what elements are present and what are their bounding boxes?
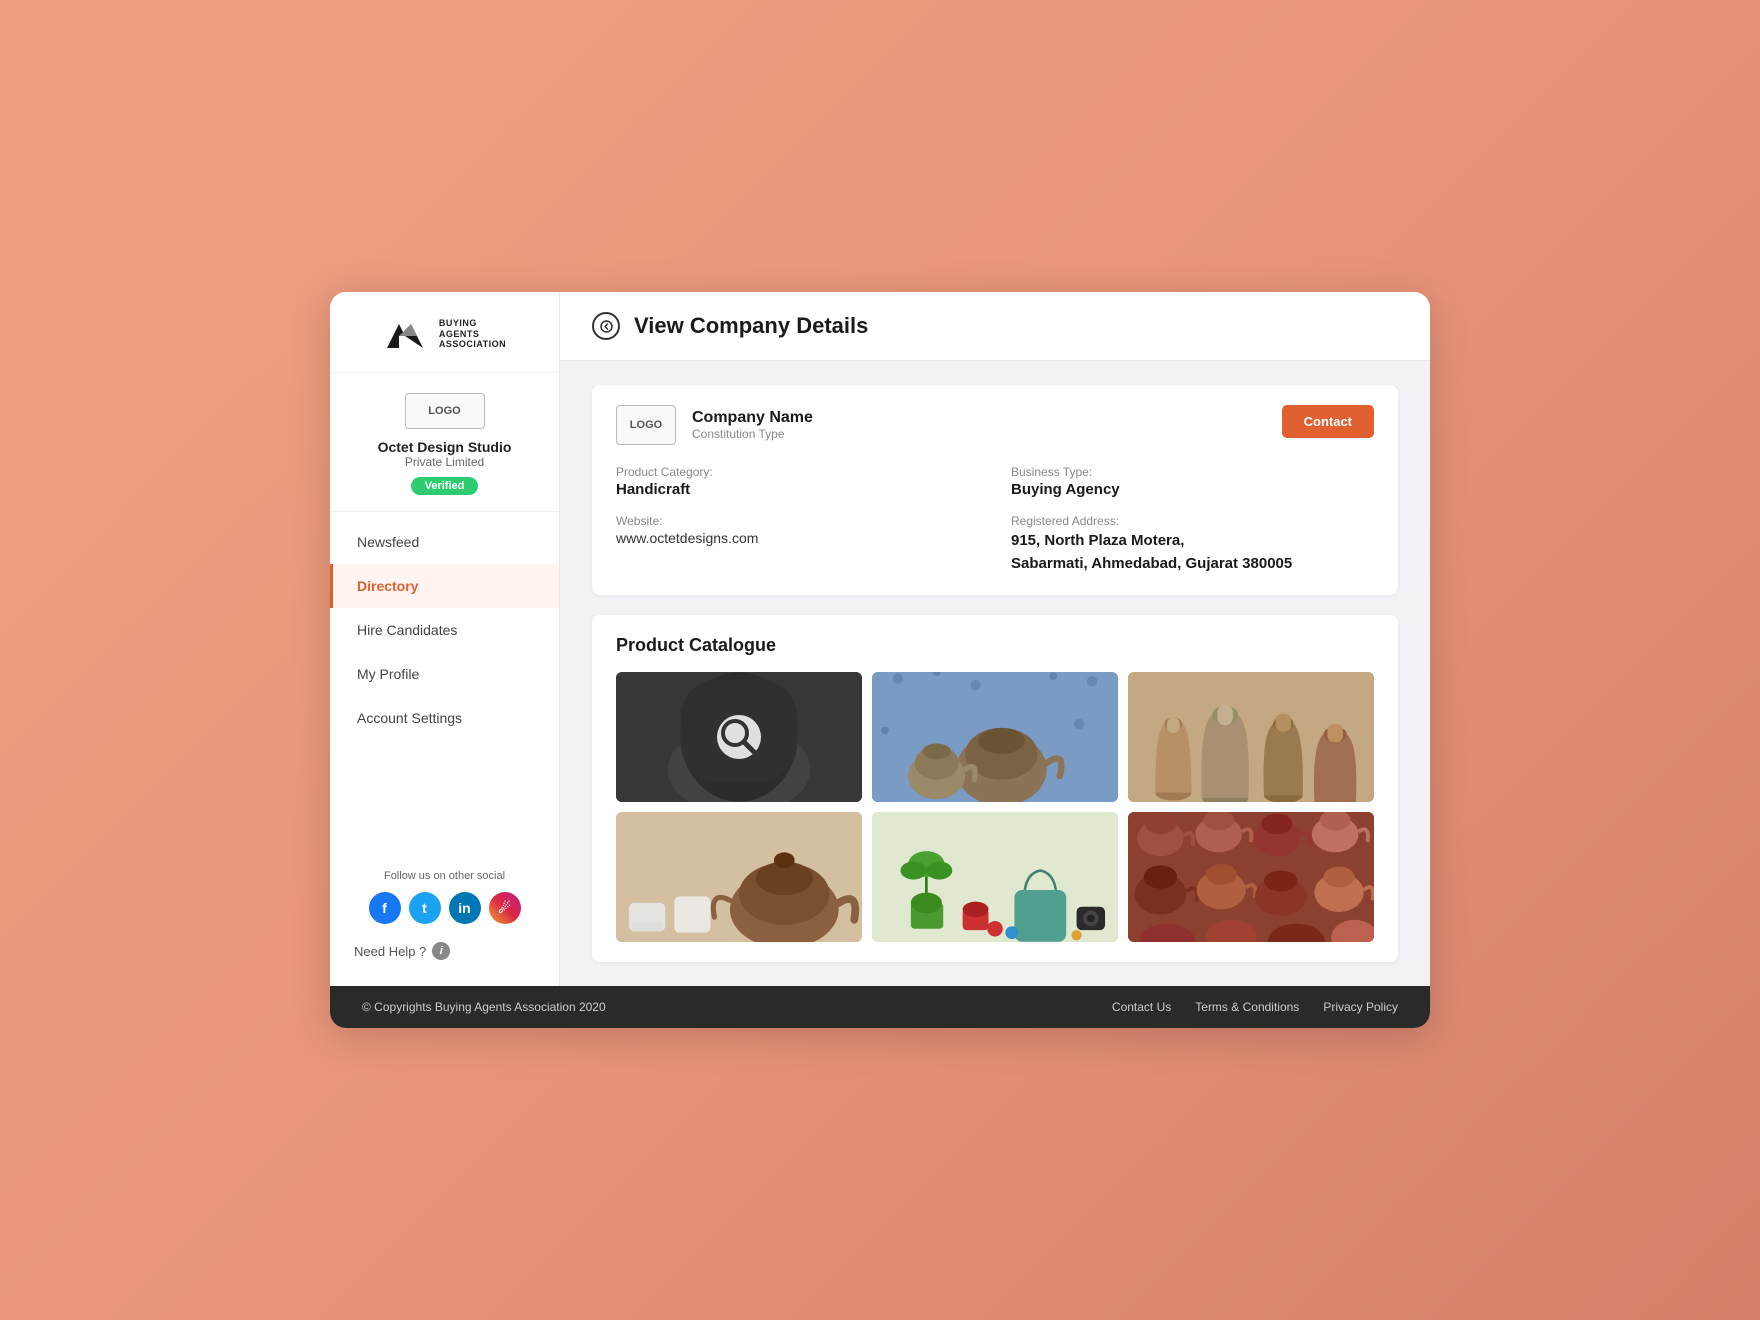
product-thumb-4[interactable] (616, 812, 862, 942)
company-profile-section: LOGO Octet Design Studio Private Limited… (330, 373, 559, 512)
social-label: Follow us on other social (346, 870, 543, 882)
footer: © Copyrights Buying Agents Association 2… (330, 986, 1430, 1028)
sidebar-item-account-settings[interactable]: Account Settings (330, 696, 559, 740)
product-category-label: Product Category: (616, 465, 979, 479)
facebook-icon[interactable]: f (369, 892, 401, 924)
baa-logo-icon (383, 316, 431, 352)
sidebar-company-logo: LOGO (405, 393, 485, 429)
social-section: Follow us on other social f t in ☄ (330, 858, 559, 932)
address-label: Registered Address: (1011, 514, 1374, 528)
footer-terms[interactable]: Terms & Conditions (1195, 1000, 1299, 1014)
website-value[interactable]: www.octetdesigns.com (616, 530, 979, 546)
footer-privacy[interactable]: Privacy Policy (1323, 1000, 1398, 1014)
catalogue-title: Product Catalogue (616, 635, 1374, 656)
product-thumb-3[interactable] (1128, 672, 1374, 802)
sidebar-logo-area: BUYING AGENTS ASSOCIATION (330, 292, 559, 373)
need-help-label: Need Help ? (354, 944, 426, 959)
sidebar: BUYING AGENTS ASSOCIATION LOGO Octet Des… (330, 292, 560, 986)
page-header: View Company Details (560, 292, 1430, 361)
footer-links: Contact Us Terms & Conditions Privacy Po… (1112, 1000, 1398, 1014)
product-thumb-1[interactable] (616, 672, 862, 802)
business-type-value: Buying Agency (1011, 481, 1374, 498)
company-logo-sm: LOGO (616, 405, 676, 445)
sidebar-item-my-profile[interactable]: My Profile (330, 652, 559, 696)
address-group: Registered Address: 915, North Plaza Mot… (1011, 514, 1374, 575)
main-card: BUYING AGENTS ASSOCIATION LOGO Octet Des… (330, 292, 1430, 1028)
search-icon (717, 715, 761, 759)
catalogue-card: Product Catalogue (592, 615, 1398, 962)
sidebar-company-type: Private Limited (405, 455, 484, 469)
sidebar-item-hire-candidates[interactable]: Hire Candidates (330, 608, 559, 652)
product-category-value: Handicraft (616, 481, 979, 498)
instagram-icon[interactable]: ☄ (489, 892, 521, 924)
sidebar-nav: Newsfeed Directory Hire Candidates My Pr… (330, 512, 559, 858)
company-header: LOGO Company Name Constitution Type Cont… (616, 405, 1374, 445)
page-title: View Company Details (634, 313, 868, 339)
footer-contact-us[interactable]: Contact Us (1112, 1000, 1171, 1014)
website-group: Website: www.octetdesigns.com (616, 514, 979, 575)
company-header-left: LOGO Company Name Constitution Type (616, 405, 813, 445)
company-name-main: Company Name (692, 409, 813, 427)
business-type-group: Business Type: Buying Agency (1011, 465, 1374, 498)
company-details-grid: Product Category: Handicraft Business Ty… (616, 465, 1374, 575)
main-body: LOGO Company Name Constitution Type Cont… (560, 361, 1430, 986)
business-type-label: Business Type: (1011, 465, 1374, 479)
sidebar-item-directory[interactable]: Directory (330, 564, 559, 608)
website-label: Website: (616, 514, 979, 528)
back-button[interactable] (592, 312, 620, 340)
product-grid (616, 672, 1374, 942)
product-thumb-2[interactable] (872, 672, 1118, 802)
company-name-group: Company Name Constitution Type (692, 409, 813, 441)
logo-image: BUYING AGENTS ASSOCIATION (383, 316, 506, 352)
info-icon: i (432, 942, 450, 960)
contact-button[interactable]: Contact (1282, 405, 1374, 438)
product-thumb-6[interactable] (1128, 812, 1374, 942)
search-overlay-1 (616, 672, 862, 802)
sidebar-item-newsfeed[interactable]: Newsfeed (330, 520, 559, 564)
social-icons: f t in ☄ (346, 892, 543, 924)
logo-text: BUYING AGENTS ASSOCIATION (439, 318, 506, 350)
twitter-icon[interactable]: t (409, 892, 441, 924)
linkedin-icon[interactable]: in (449, 892, 481, 924)
sidebar-company-name: Octet Design Studio (378, 439, 512, 455)
verified-badge: Verified (411, 477, 479, 495)
company-constitution: Constitution Type (692, 427, 813, 441)
footer-copyright: © Copyrights Buying Agents Association 2… (362, 1000, 606, 1014)
content-area: BUYING AGENTS ASSOCIATION LOGO Octet Des… (330, 292, 1430, 986)
main-content: View Company Details LOGO Company Name C… (560, 292, 1430, 986)
product-category-group: Product Category: Handicraft (616, 465, 979, 498)
address-value: 915, North Plaza Motera, Sabarmati, Ahme… (1011, 530, 1374, 575)
company-card: LOGO Company Name Constitution Type Cont… (592, 385, 1398, 595)
need-help[interactable]: Need Help ? i (330, 932, 559, 970)
product-thumb-5[interactable] (872, 812, 1118, 942)
